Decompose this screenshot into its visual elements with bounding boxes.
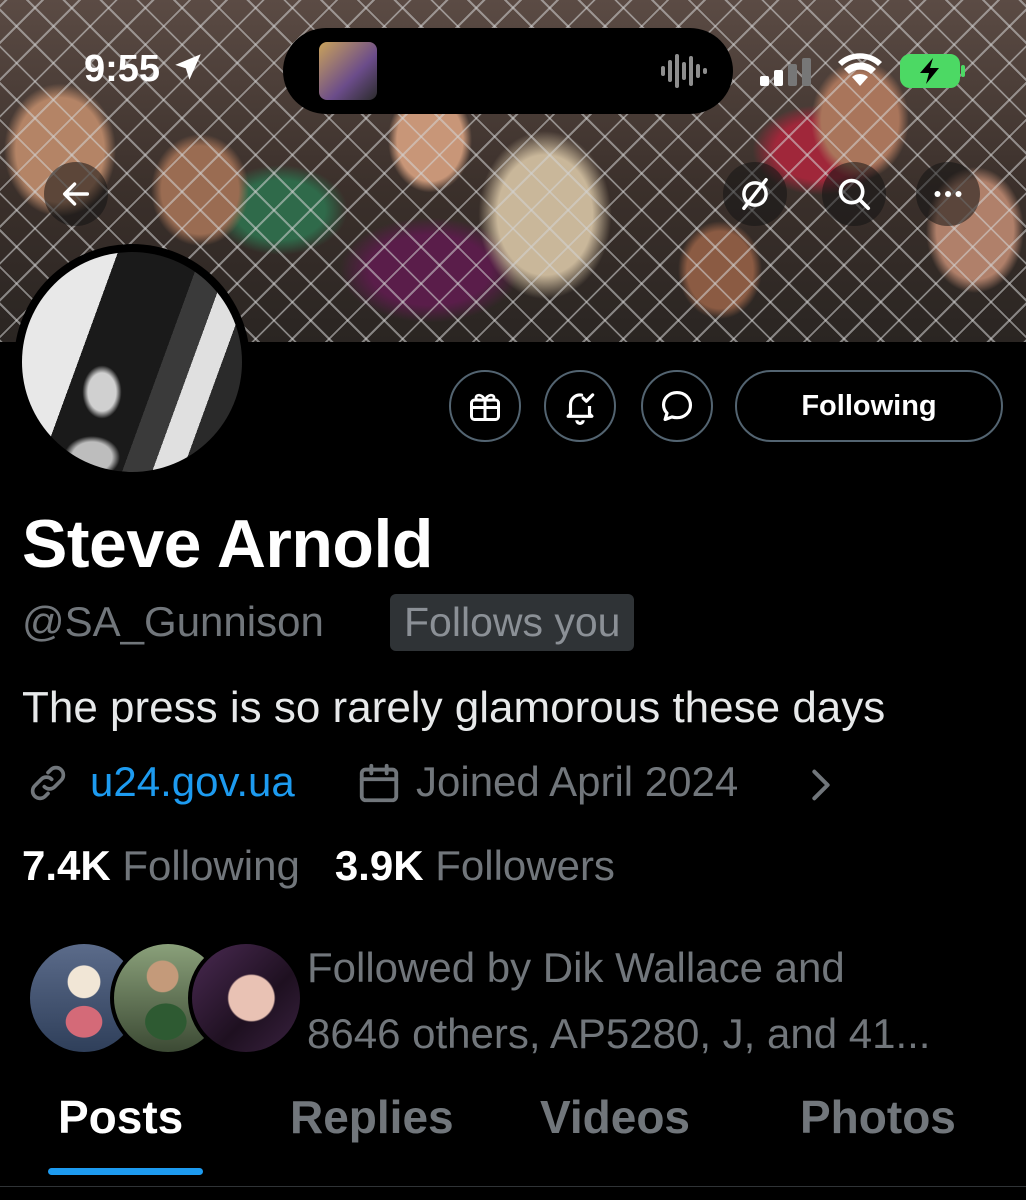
more-icon [934, 191, 962, 197]
chevron-right-icon[interactable] [804, 765, 838, 805]
more-button[interactable] [916, 162, 980, 226]
notification-bell-icon [566, 393, 595, 425]
profile-bio: The press is so rarely glamorous these d… [22, 683, 886, 732]
message-icon [661, 390, 693, 422]
user-handle: @SA_Gunnison [22, 598, 324, 645]
now-playing-artwork[interactable] [319, 42, 377, 100]
followed-by-text[interactable]: Followed by Dik Wallace and 8646 others,… [307, 935, 1017, 1067]
gift-icon [470, 393, 500, 421]
link-icon [30, 765, 66, 801]
battery-charging-icon [900, 54, 965, 88]
following-count: 7.4K [22, 842, 111, 889]
back-arrow-icon [62, 182, 90, 206]
follows-you-badge: Follows you [390, 594, 635, 651]
following-stat[interactable]: 7.4K Following [22, 842, 300, 889]
audio-waveform-icon [661, 54, 707, 88]
status-time: 9:55 [84, 48, 205, 91]
cellular-signal-icon [760, 58, 811, 86]
tab-posts[interactable]: Posts [58, 1090, 183, 1144]
back-button[interactable] [44, 162, 108, 226]
tab-replies[interactable]: Replies [290, 1090, 454, 1144]
website-link[interactable]: u24.gov.ua [90, 758, 295, 806]
followed-by-line: Followed by Dik Wallace and [307, 944, 845, 991]
grok-icon [742, 178, 768, 210]
profile-meta: u24.gov.ua Joined April 2024 [22, 755, 1022, 815]
notifications-button[interactable] [544, 370, 616, 442]
location-arrow-icon [174, 54, 201, 80]
tab-photos[interactable]: Photos [800, 1090, 956, 1144]
follower-avatar [188, 940, 304, 1056]
dynamic-island[interactable] [283, 28, 733, 114]
status-bar: 9:55 [0, 0, 1026, 120]
following-button[interactable]: Following [735, 370, 1003, 442]
grok-button[interactable] [723, 162, 787, 226]
followed-by-avatars[interactable] [26, 940, 304, 1056]
tab-videos[interactable]: Videos [540, 1090, 690, 1144]
profile-tabs: Posts Replies Videos Photos [0, 1090, 1026, 1180]
system-status-icons [760, 52, 970, 92]
subscribe-gift-button[interactable] [449, 370, 521, 442]
followed-by-line: 8646 others, AP5280, J, and 41... [307, 1010, 931, 1057]
message-button[interactable] [641, 370, 713, 442]
search-icon [838, 178, 871, 211]
followers-count: 3.9K [334, 842, 424, 889]
joined-date[interactable]: Joined April 2024 [416, 758, 738, 806]
tabs-divider [0, 1186, 1026, 1187]
search-button[interactable] [822, 162, 886, 226]
followers-label: Followers [435, 842, 615, 889]
active-tab-indicator [48, 1168, 203, 1175]
following-label: Following [122, 842, 300, 889]
wifi-icon [838, 53, 882, 86]
avatar-image [22, 252, 242, 472]
follow-stats: 7.4K Following 3.9K Followers [22, 842, 615, 890]
profile-avatar[interactable] [14, 244, 250, 480]
calendar-icon [359, 763, 399, 803]
followers-stat[interactable]: 3.9K Followers [335, 842, 615, 889]
display-name: Steve Arnold [22, 506, 433, 582]
